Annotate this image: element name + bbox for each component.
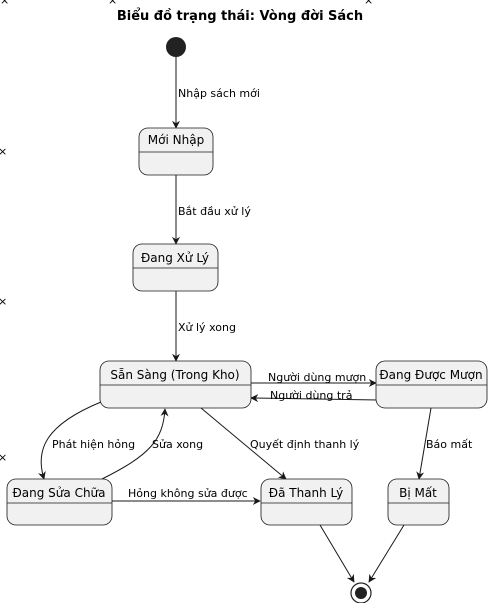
edge-label: Phát hiện hỏng bbox=[52, 438, 135, 451]
state-label: Đang Xử Lý bbox=[141, 251, 209, 265]
margin-marker: × bbox=[364, 0, 373, 7]
margin-marker: × bbox=[0, 451, 7, 464]
state-moi-nhap: Mới Nhập bbox=[138, 127, 214, 176]
state-da-thanh-ly: Đã Thanh Lý bbox=[260, 478, 353, 526]
edge-label: Xử lý xong bbox=[178, 321, 236, 334]
state-bi-mat: Bị Mất bbox=[387, 478, 450, 526]
state-label: Sẵn Sàng (Trong Kho) bbox=[110, 368, 239, 382]
edge-thanh-ly-to-final bbox=[319, 524, 355, 583]
state-dang-duoc-muon: Đang Được Mượn bbox=[375, 360, 488, 409]
final-node-core bbox=[355, 587, 367, 599]
edge-label: Nhập sách mới bbox=[178, 87, 260, 100]
edge-label: Báo mất bbox=[426, 438, 473, 451]
edge-label: Người dùng mượn bbox=[268, 371, 366, 384]
margin-marker: × bbox=[108, 0, 117, 7]
margin-marker: × bbox=[0, 145, 7, 158]
state-dang-sua-chua: Đang Sửa Chữa bbox=[6, 478, 113, 526]
state-label: Đã Thanh Lý bbox=[269, 486, 343, 500]
initial-node bbox=[166, 37, 186, 57]
state-label: Đang Sửa Chữa bbox=[12, 486, 105, 500]
edge-label: Người dùng trả bbox=[270, 389, 352, 402]
state-diagram: × × × × × × Biểu đồ trạng thái: Vòng đời… bbox=[0, 0, 488, 603]
edge-label: Hỏng không sửa được bbox=[128, 487, 248, 500]
diagram-title: Biểu đồ trạng thái: Vòng đời Sách bbox=[117, 8, 363, 24]
edge-label: Bắt đầu xử lý bbox=[178, 205, 251, 218]
state-label: Mới Nhập bbox=[148, 133, 204, 147]
state-label: Bị Mất bbox=[399, 486, 437, 500]
state-san-sang: Sẵn Sàng (Trong Kho) bbox=[99, 360, 252, 409]
state-dang-xu-ly: Đang Xử Lý bbox=[132, 243, 219, 292]
margin-marker: × bbox=[0, 0, 9, 7]
margin-marker: × bbox=[0, 295, 7, 308]
edge-label: Quyết định thanh lý bbox=[250, 438, 360, 451]
state-label: Đang Được Mượn bbox=[379, 368, 482, 382]
edge-mat-to-final bbox=[368, 524, 405, 583]
edge-label: Sửa xong bbox=[152, 438, 203, 451]
